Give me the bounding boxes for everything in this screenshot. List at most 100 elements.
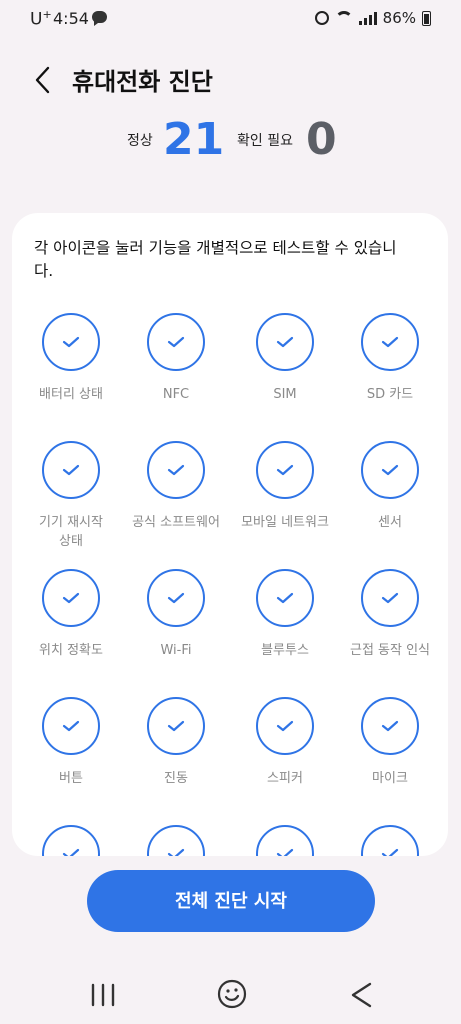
check-icon <box>381 336 399 348</box>
battery-percent: 86% <box>382 9 416 27</box>
check-icon <box>381 720 399 732</box>
status-bar: U+ 4:54 86% <box>0 0 461 40</box>
normal-count: 21 <box>163 114 225 165</box>
test-item-sd-card[interactable]: SD 카드 <box>336 313 444 404</box>
test-item-label: 위치 정확도 <box>39 643 103 658</box>
check-needed-label: 확인 필요 <box>237 133 293 149</box>
check-icon <box>62 464 80 476</box>
test-item-location-accuracy[interactable]: 위치 정확도 <box>17 569 125 660</box>
check-circle <box>42 441 100 499</box>
test-item-nfc[interactable]: NFC <box>122 313 230 404</box>
check-icon <box>276 336 294 348</box>
test-item-sensor[interactable]: 센서 <box>336 441 444 532</box>
system-back-button[interactable] <box>348 980 376 1014</box>
test-item-mobile-network[interactable]: 모바일 네트워크 <box>231 441 339 532</box>
home-icon <box>217 979 247 1009</box>
test-item-label: 센서 <box>378 515 402 530</box>
test-item-partial[interactable] <box>17 825 125 856</box>
check-icon <box>167 592 185 604</box>
carrier-label: U+ <box>30 8 52 30</box>
back-arrow-icon <box>351 982 372 1008</box>
test-item-partial[interactable] <box>122 825 230 856</box>
check-circle <box>147 697 205 755</box>
test-item-label: 배터리 상태 <box>39 387 103 402</box>
check-icon <box>167 720 185 732</box>
test-item-restart-status[interactable]: 기기 재시작 상태 <box>17 441 125 551</box>
test-item-label: 마이크 <box>372 771 408 786</box>
status-icons: 86% <box>314 9 431 27</box>
check-icon <box>276 848 294 856</box>
test-item-official-software[interactable]: 공식 소프트웨어 <box>122 441 230 532</box>
check-icon <box>381 464 399 476</box>
test-item-battery[interactable]: 배터리 상태 <box>17 313 125 404</box>
home-button[interactable] <box>216 978 248 1014</box>
check-circle <box>256 313 314 371</box>
test-item-label: NFC <box>162 387 190 402</box>
check-icon <box>167 848 185 856</box>
recent-apps-icon <box>91 983 115 1007</box>
check-icon <box>381 848 399 856</box>
check-circle <box>361 825 419 856</box>
test-item-label: 블루투스 <box>261 643 309 658</box>
check-circle <box>256 825 314 856</box>
navigation-bar <box>0 960 461 1024</box>
check-circle <box>42 313 100 371</box>
page-title: 휴대전화 진단 <box>72 68 213 96</box>
check-icon <box>276 720 294 732</box>
test-item-bluetooth[interactable]: 블루투스 <box>231 569 339 660</box>
check-icon <box>167 336 185 348</box>
test-item-buttons[interactable]: 버튼 <box>17 697 125 788</box>
normal-label: 정상 <box>127 133 153 149</box>
start-full-diagnosis-button[interactable]: 전체 진단 시작 <box>87 870 375 932</box>
wifi-icon <box>334 11 353 25</box>
check-circle <box>361 313 419 371</box>
test-item-sim[interactable]: SIM <box>231 313 339 404</box>
check-icon <box>167 464 185 476</box>
test-item-label: 스피커 <box>267 771 303 786</box>
check-circle <box>256 697 314 755</box>
check-circle <box>256 569 314 627</box>
test-item-label: 진동 <box>164 771 188 786</box>
recent-apps-button[interactable] <box>88 982 118 1012</box>
check-circle <box>42 825 100 856</box>
check-icon <box>62 848 80 856</box>
check-icon <box>62 720 80 732</box>
diagnosis-summary: 정상 21 확인 필요 0 <box>0 112 461 172</box>
test-item-label: 모바일 네트워크 <box>241 515 329 530</box>
check-circle <box>147 441 205 499</box>
check-needed-count: 0 <box>306 114 337 165</box>
check-circle <box>256 441 314 499</box>
check-circle <box>147 825 205 856</box>
test-item-label: 공식 소프트웨어 <box>132 515 220 530</box>
test-card[interactable]: 각 아이콘을 눌러 기능을 개별적으로 테스트할 수 있습니다. 배터리 상태 … <box>12 213 448 856</box>
check-icon <box>276 592 294 604</box>
chevron-left-icon <box>35 66 50 94</box>
battery-icon <box>422 10 431 26</box>
test-item-label: SD 카드 <box>366 387 414 402</box>
test-item-wifi[interactable]: Wi-Fi <box>122 569 230 660</box>
check-icon <box>62 592 80 604</box>
back-button[interactable] <box>28 62 60 98</box>
status-time: 4:54 <box>53 9 89 28</box>
test-item-vibration[interactable]: 진동 <box>122 697 230 788</box>
check-circle <box>42 697 100 755</box>
test-item-label: Wi-Fi <box>160 643 192 658</box>
test-item-label: SIM <box>273 387 297 402</box>
kakaotalk-notification-icon <box>92 11 107 26</box>
check-icon <box>381 592 399 604</box>
test-item-proximity-motion[interactable]: 근접 동작 인식 <box>336 569 444 660</box>
test-item-label: 기기 재시작 상태 <box>39 515 103 549</box>
check-circle <box>42 569 100 627</box>
alarm-icon <box>314 11 329 25</box>
check-icon <box>276 464 294 476</box>
test-item-label: 버튼 <box>59 771 83 786</box>
test-item-speaker[interactable]: 스피커 <box>231 697 339 788</box>
instruction-text: 각 아이콘을 눌러 기능을 개별적으로 테스트할 수 있습니다. <box>34 239 397 280</box>
test-item-partial[interactable] <box>336 825 444 856</box>
test-item-microphone[interactable]: 마이크 <box>336 697 444 788</box>
check-circle <box>147 569 205 627</box>
check-circle <box>361 569 419 627</box>
check-icon <box>62 336 80 348</box>
signal-icon <box>358 11 377 25</box>
test-item-partial[interactable] <box>231 825 339 856</box>
